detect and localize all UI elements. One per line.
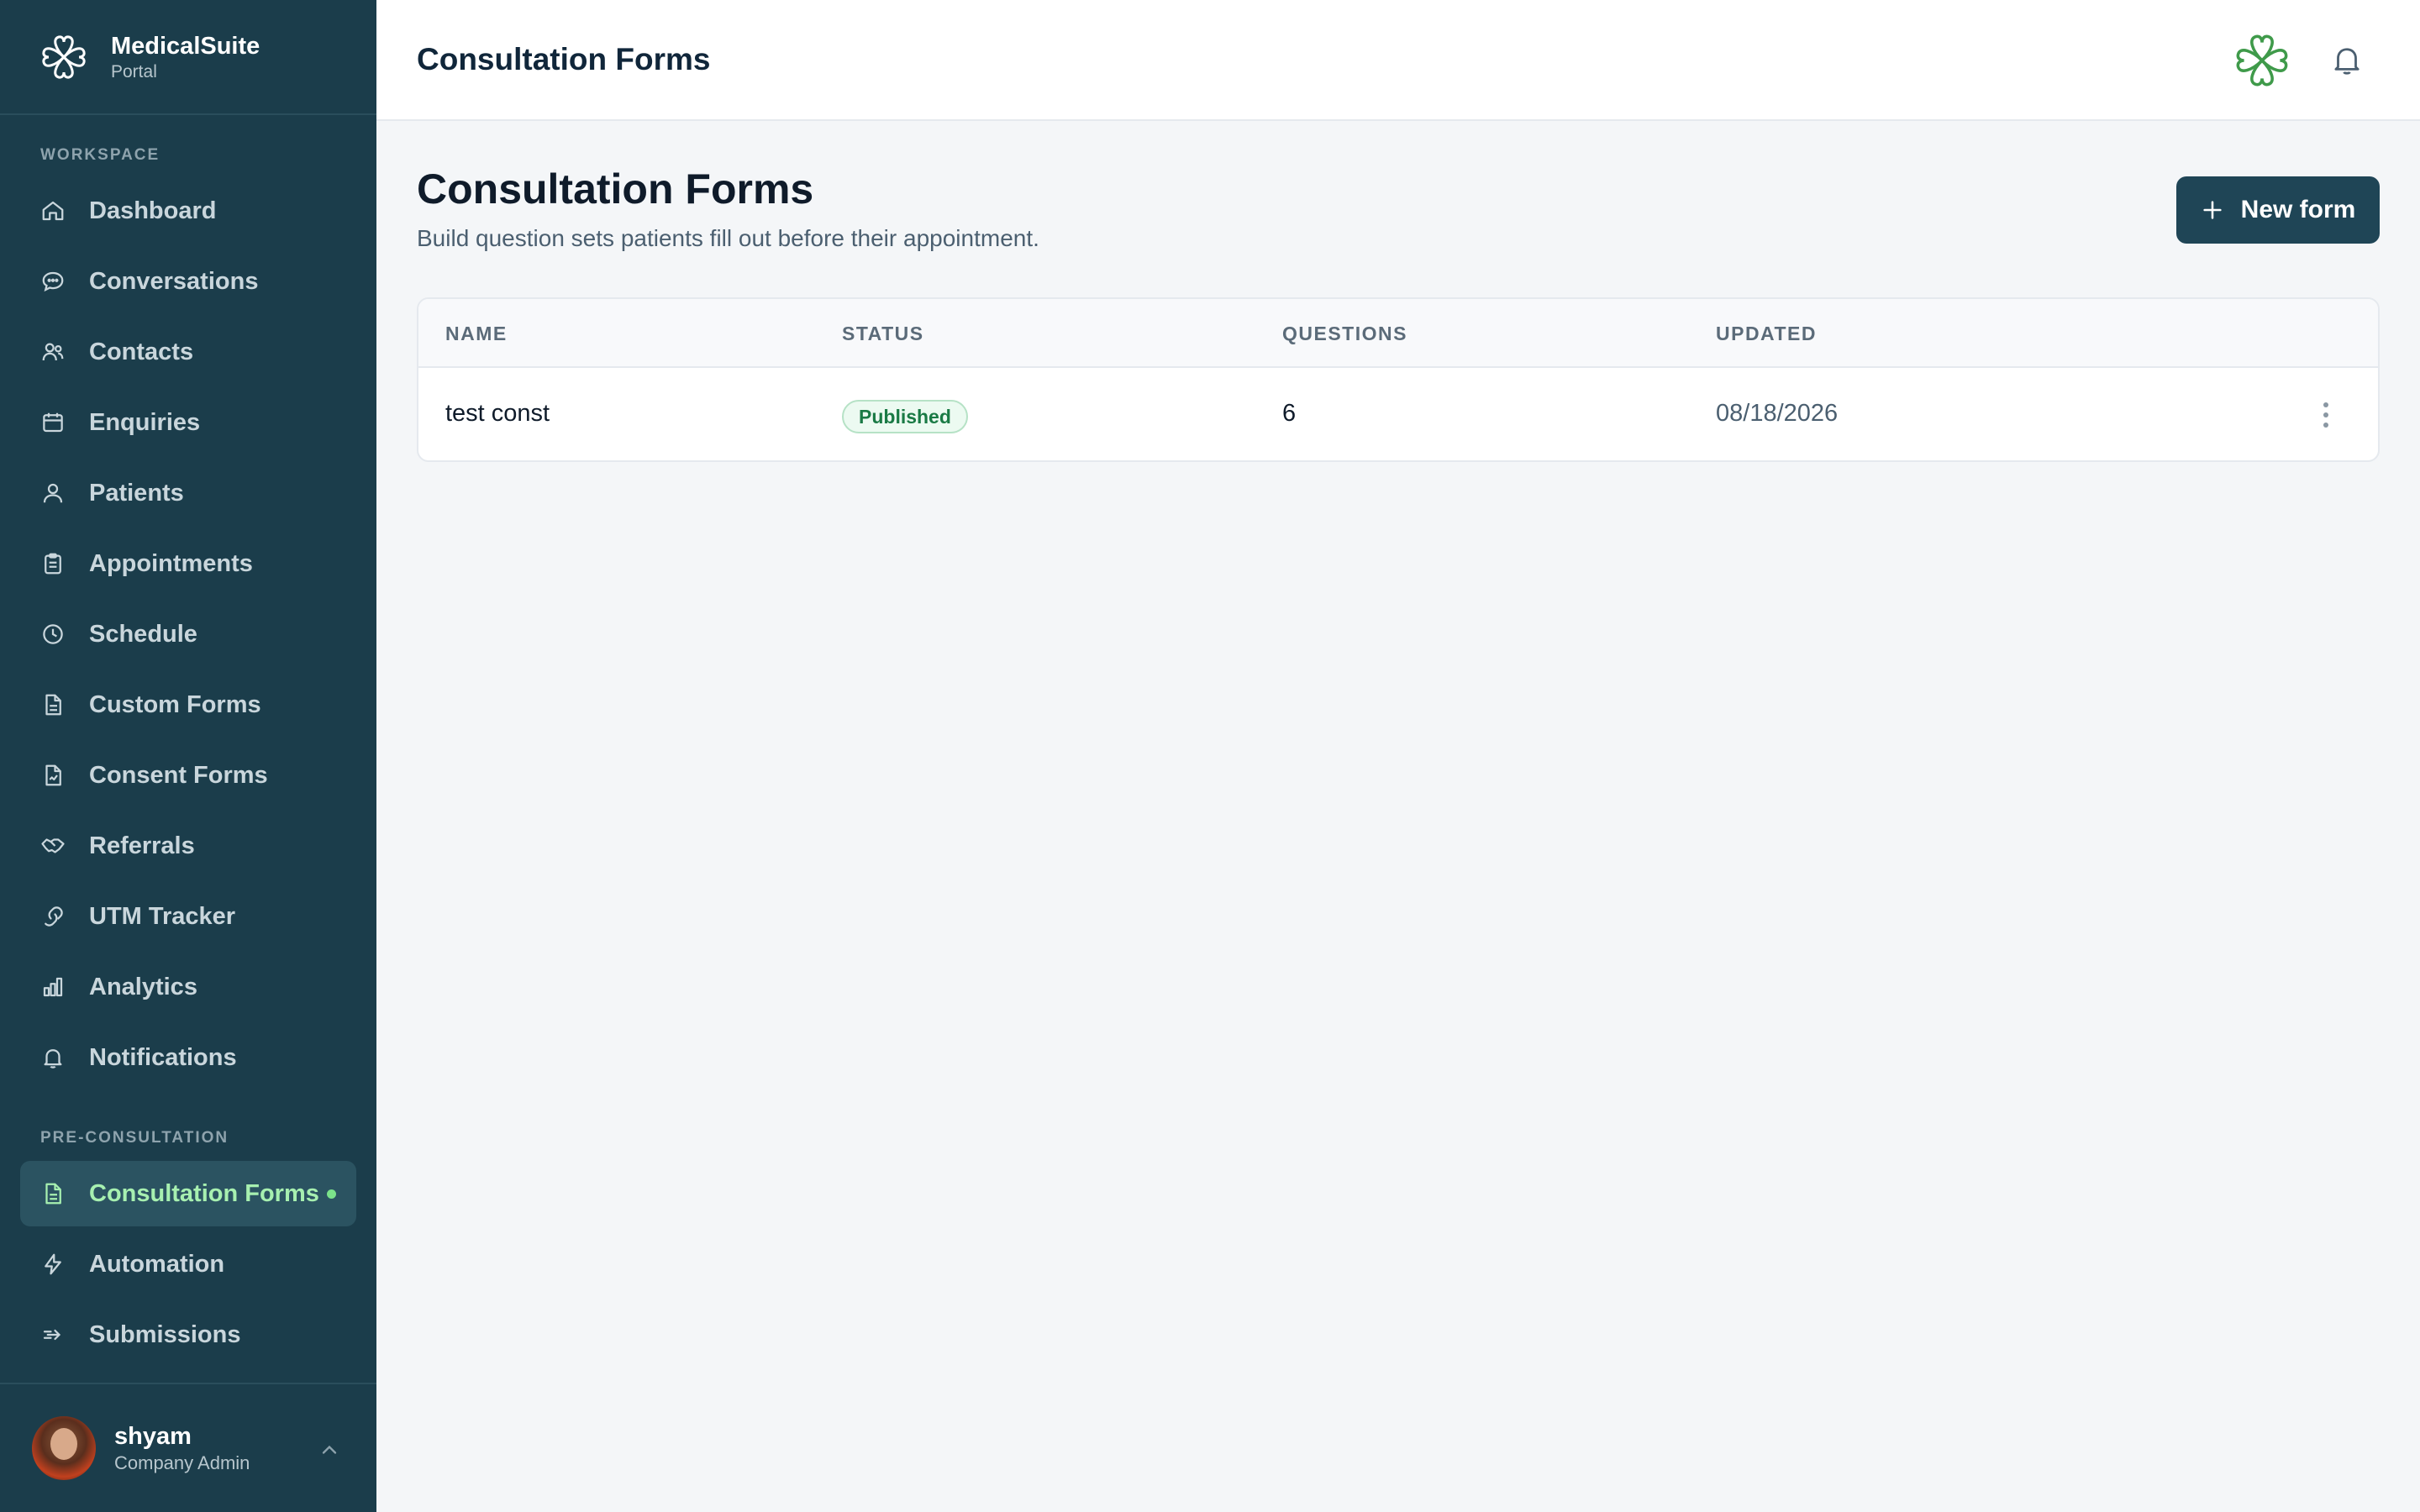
sidebar-item-submissions[interactable]: Submissions <box>20 1302 356 1368</box>
bell-icon <box>44 1049 62 1068</box>
sidebar-item-label: Schedule <box>89 620 197 648</box>
sidebar-item-label: Analytics <box>89 973 197 1000</box>
sidebar-item-label: Patients <box>89 479 184 507</box>
document-icon <box>45 1183 61 1205</box>
clover-logo-icon <box>42 34 86 79</box>
sidebar-item-automation[interactable]: Automation <box>20 1231 356 1297</box>
sidebar-item-label: Enquiries <box>89 408 201 436</box>
column-header-status[interactable]: STATUS <box>842 323 924 345</box>
users-icon <box>42 343 64 361</box>
form-name[interactable]: test const <box>445 400 550 428</box>
new-form-button-label: New form <box>2240 196 2356 223</box>
table-header: NAME STATUS QUESTIONS UPDATED <box>418 299 2378 368</box>
column-header-questions[interactable]: QUESTIONS <box>1282 323 1407 345</box>
user-menu[interactable]: shyam Company Admin <box>0 1383 376 1512</box>
lightning-icon <box>45 1253 61 1275</box>
plus-icon <box>2203 201 2222 219</box>
sidebar-item-label: Submissions <box>89 1320 241 1348</box>
active-indicator-dot <box>327 1189 336 1199</box>
calendar-icon <box>43 412 63 433</box>
workspace-section-label: WORKSPACE <box>40 146 160 164</box>
page-subtitle: Build question sets patients fill out be… <box>417 225 1039 251</box>
sidebar-item-schedule[interactable]: Schedule <box>20 601 356 667</box>
sidebar-item-label: Dashboard <box>89 197 217 224</box>
sidebar-item-label: Referrals <box>89 832 195 859</box>
forms-table: NAME STATUS QUESTIONS UPDATED test const… <box>417 297 2380 462</box>
status-badge: Published <box>842 400 968 433</box>
updated-date: 08/18/2026 <box>1716 400 1839 427</box>
document-icon <box>45 694 61 716</box>
brand-subtitle: Portal <box>111 61 157 81</box>
sidebar-item-appointments[interactable]: Appointments <box>20 531 356 596</box>
send-icon <box>43 1329 61 1341</box>
sidebar-item-consent-forms[interactable]: Consent Forms <box>20 743 356 808</box>
sidebar-item-patients[interactable]: Patients <box>20 460 356 526</box>
bar-chart-icon <box>43 977 63 997</box>
user-icon <box>43 483 63 503</box>
notification-bell-icon[interactable] <box>2329 42 2365 77</box>
clock-icon <box>43 624 63 644</box>
header-title: Consultation Forms <box>417 42 711 76</box>
chevron-up-icon[interactable] <box>318 1438 341 1462</box>
sidebar-item-dashboard[interactable]: Dashboard <box>20 178 356 244</box>
user-name: shyam <box>114 1423 192 1450</box>
sidebar-item-notifications[interactable]: Notifications <box>20 1025 356 1090</box>
avatar <box>32 1416 96 1480</box>
sidebar-item-label: Appointments <box>89 549 253 577</box>
sidebar-item-custom-forms[interactable]: Custom Forms <box>20 672 356 738</box>
sidebar-item-label: Conversations <box>89 267 259 295</box>
column-header-updated[interactable]: UPDATED <box>1716 323 1817 345</box>
question-count: 6 <box>1282 400 1297 427</box>
more-vertical-icon[interactable] <box>2321 400 2331 430</box>
table-row[interactable]: test const Published 6 08/18/2026 <box>418 368 2378 460</box>
sidebar-item-enquiries[interactable]: Enquiries <box>20 390 356 455</box>
chat-bubble-icon <box>42 271 64 292</box>
sidebar: MedicalSuite Portal WORKSPACE Dashboard … <box>0 0 376 1512</box>
new-form-button[interactable]: New form <box>2176 176 2380 244</box>
brand-name: MedicalSuite <box>111 32 260 60</box>
clipboard-icon <box>45 553 61 575</box>
sidebar-item-label: Notifications <box>89 1043 237 1071</box>
handshake-icon <box>41 838 65 853</box>
sidebar-item-label: Automation <box>89 1250 225 1278</box>
sidebar-item-analytics[interactable]: Analytics <box>20 954 356 1020</box>
link-icon <box>45 906 63 927</box>
sidebar-item-conversations[interactable]: Conversations <box>20 249 356 314</box>
preconsult-section-label: PRE-CONSULTATION <box>40 1129 229 1147</box>
sidebar-item-label: UTM Tracker <box>89 902 236 930</box>
home-icon <box>42 201 64 221</box>
user-role: Company Admin <box>114 1452 250 1473</box>
sidebar-item-consultation-forms[interactable]: Consultation Forms <box>20 1161 356 1226</box>
sidebar-item-utm-tracker[interactable]: UTM Tracker <box>20 884 356 949</box>
brand[interactable]: MedicalSuite Portal <box>0 0 376 115</box>
top-bar: Consultation Forms <box>376 0 2420 121</box>
sidebar-item-label: Consent Forms <box>89 761 268 789</box>
column-header-name[interactable]: NAME <box>445 323 508 345</box>
sidebar-item-referrals[interactable]: Referrals <box>20 813 356 879</box>
sidebar-item-label: Contacts <box>89 338 194 365</box>
sidebar-item-contacts[interactable]: Contacts <box>20 319 356 385</box>
sidebar-item-label: Custom Forms <box>89 690 261 718</box>
page-title: Consultation Forms <box>417 165 814 213</box>
clover-logo-icon <box>2236 34 2288 87</box>
sidebar-item-label: Consultation Forms <box>89 1179 319 1207</box>
signed-document-icon <box>45 764 61 786</box>
